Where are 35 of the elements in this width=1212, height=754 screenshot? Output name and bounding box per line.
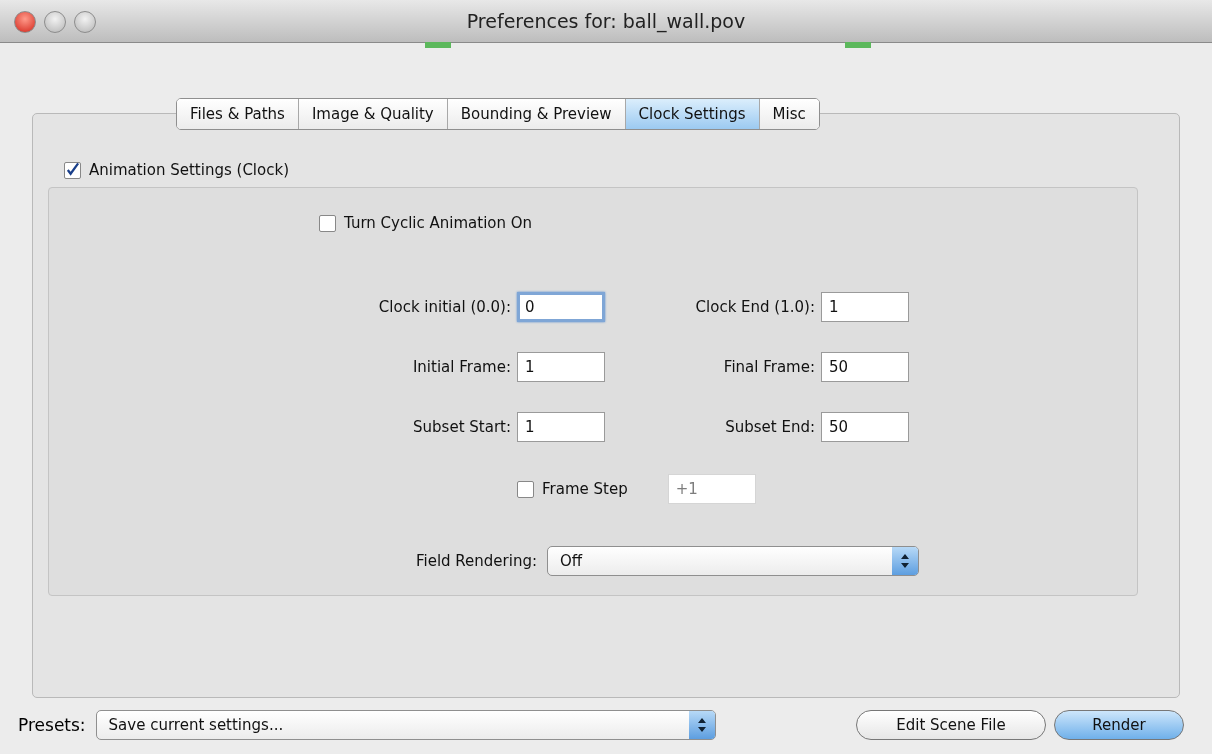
- field-label: Field Rendering:: [414, 552, 537, 570]
- dropdown[interactable]: Off: [547, 546, 919, 576]
- presets-dropdown[interactable]: Save current settings...: [95, 710, 716, 740]
- resize-mark: [845, 42, 871, 48]
- field-label: Subset End:: [724, 418, 815, 436]
- field-label: Clock End (1.0):: [694, 298, 815, 316]
- stepper-icon: [688, 711, 715, 739]
- field-label: Clock initial (0.0):: [377, 298, 511, 316]
- presets-label: Presets:: [18, 715, 86, 735]
- button[interactable]: Render: [1054, 710, 1184, 740]
- window-title: Preferences for: ball_wall.pov: [466, 10, 746, 32]
- button[interactable]: Edit Scene File: [856, 710, 1046, 740]
- checkbox[interactable]: [319, 214, 336, 232]
- tab[interactable]: Files & Paths: [177, 99, 299, 129]
- input-field[interactable]: 1: [517, 412, 605, 442]
- input-field[interactable]: 50: [821, 412, 909, 442]
- stepper-icon: [892, 547, 918, 575]
- input-field[interactable]: 1: [821, 292, 909, 322]
- minimize-button[interactable]: [44, 11, 66, 33]
- checkbox-label: Turn Cyclic Animation On: [344, 214, 533, 232]
- checkbox-label: Frame Step: [542, 480, 628, 498]
- tab[interactable]: Clock Settings: [625, 99, 760, 129]
- zoom-button[interactable]: [74, 11, 96, 33]
- resize-mark: [425, 42, 451, 48]
- input-field[interactable]: 1: [517, 352, 605, 382]
- checkbox-label: Animation Settings (Clock): [89, 161, 289, 179]
- field-label: Subset Start:: [412, 418, 511, 436]
- input-field[interactable]: 50: [821, 352, 909, 382]
- input-field[interactable]: 0: [517, 292, 605, 322]
- field-label: Initial Frame:: [411, 358, 511, 376]
- close-button[interactable]: [14, 11, 36, 33]
- field-label: Final Frame:: [722, 358, 815, 376]
- tab[interactable]: Bounding & Preview: [447, 99, 626, 129]
- tab[interactable]: Image & Quality: [298, 99, 448, 129]
- tab[interactable]: Misc: [759, 99, 819, 129]
